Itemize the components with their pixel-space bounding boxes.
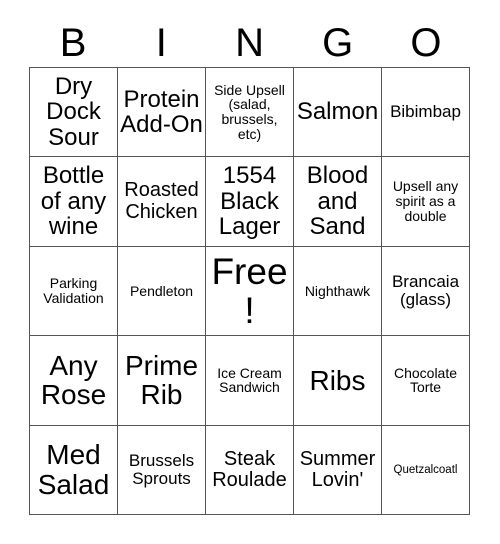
bingo-cell[interactable]: Bottle of any wine [30,157,118,247]
bingo-cell[interactable]: Ribs [294,336,382,426]
bingo-cell[interactable]: Upsell any spirit as a double [382,157,470,247]
bingo-cell-label: Side Upsell (salad, brussels, etc) [214,81,285,143]
header-letter-n: N [235,20,264,65]
bingo-cell-label: Any Rose [40,349,107,411]
bingo-cell[interactable]: Brancaia (glass) [382,246,470,337]
bingo-cell[interactable]: Protein Add-On [118,68,206,158]
bingo-cell-label: Steak Roulade [212,447,287,491]
bingo-cell[interactable]: Chocolate Torte [382,336,470,426]
bingo-cell[interactable]: Roasted Chicken [118,157,206,247]
bingo-cell-label: Prime Rib [124,349,199,411]
bingo-cell-label: Brussels Sprouts [128,450,195,488]
bingo-cell[interactable]: Dry Dock Sour [30,68,118,158]
bingo-cell-label: Bibimbap [390,102,461,122]
bingo-cell[interactable]: 1554 Black Lager [206,157,294,247]
bingo-cell-label: Roasted Chicken [124,179,199,223]
bingo-cell-label: Ribs [309,364,366,396]
header-letter-i: I [155,20,167,65]
bingo-cell[interactable]: Pendleton [118,246,206,337]
bingo-cell-label: Summer Lovin' [299,447,376,491]
header-letter-b: B [59,20,87,65]
bingo-cell-label: Bottle of any wine [40,162,107,241]
bingo-cell[interactable]: Any Rose [30,336,118,426]
header-letter-g: G [322,20,354,65]
bingo-cell-label: Ice Cream Sandwich [217,364,282,396]
header-letter-o: O [410,20,442,65]
bingo-cell[interactable]: Bibimbap [382,68,470,158]
bingo-cell[interactable]: Prime Rib [118,336,206,426]
bingo-cell[interactable]: Summer Lovin' [294,425,382,515]
bingo-cell-label: Nighthawk [304,282,371,299]
bingo-free-cell[interactable]: Free! [206,246,294,337]
bingo-cell-label: Blood and Sand [306,162,369,241]
bingo-cell[interactable]: Quetzalcoatl [382,425,470,515]
bingo-cell[interactable]: Blood and Sand [294,157,382,247]
bingo-header-row: B I N G O [29,18,470,67]
bingo-free-label: Free! [211,250,288,331]
bingo-cell-label: Chocolate Torte [393,364,458,396]
bingo-cell[interactable]: Brussels Sprouts [118,425,206,515]
bingo-cell[interactable]: Med Salad [30,425,118,515]
bingo-cell-label: Quetzalcoatl [393,463,458,476]
bingo-cell-label: 1554 Black Lager [218,162,281,241]
bingo-cell[interactable]: Salmon [294,68,382,158]
bingo-cell-label: Protein Add-On [120,85,203,139]
bingo-cell[interactable]: Side Upsell (salad, brussels, etc) [206,68,294,158]
bingo-cell-label: Pendleton [129,282,194,299]
bingo-cell-label: Upsell any spirit as a double [392,178,459,224]
bingo-cell[interactable]: Ice Cream Sandwich [206,336,294,426]
bingo-cell[interactable]: Steak Roulade [206,425,294,515]
bingo-cell-label: Dry Dock Sour [46,73,101,151]
bingo-cell-label: Med Salad [37,439,110,500]
bingo-grid: Dry Dock Sour Protein Add-On Side Upsell… [29,67,470,515]
bingo-card: B I N G O Dry Dock Sour Protein Add-On S… [0,0,500,544]
bingo-cell[interactable]: Parking Validation [30,246,118,337]
bingo-cell-label: Salmon [296,98,379,126]
bingo-cell-label: Parking Validation [43,275,104,306]
bingo-cell-label: Brancaia (glass) [391,271,460,309]
bingo-cell[interactable]: Nighthawk [294,246,382,337]
